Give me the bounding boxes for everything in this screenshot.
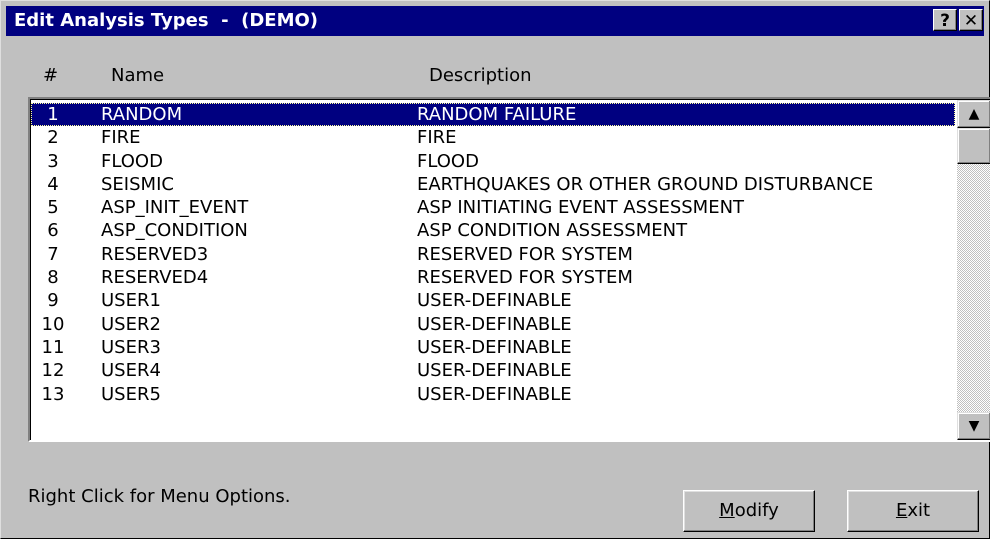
exit-accelerator: E (895, 500, 908, 521)
row-number: 10 (41, 313, 65, 335)
row-description: USER-DEFINABLE (417, 336, 572, 358)
row-number: 12 (41, 360, 65, 382)
table-row[interactable]: 5 ASP_INIT_EVENT ASP INITIATING EVENT ASSE… (31, 196, 955, 219)
analysis-types-list[interactable]: 1 RANDOM RANDOM FAILURE 2 FIRE FIRE 3 FLOOD FLOO… (28, 97, 990, 442)
table-row[interactable]: 2 FIRE FIRE (31, 126, 955, 149)
table-row[interactable]: 9 USER1 USER-DEFINABLE (31, 289, 955, 312)
row-description: USER-DEFINABLE (417, 383, 572, 405)
exit-label: xit (907, 500, 931, 521)
vertical-scrollbar[interactable]: ▲ ▼ (957, 100, 990, 440)
row-number: 9 (47, 290, 59, 312)
row-description: USER-DEFINABLE (417, 290, 572, 312)
row-description: ASP INITIATING EVENT ASSESSMENT (417, 197, 745, 219)
row-name: USER3 (101, 336, 161, 358)
row-description: RANDOM FAILURE (417, 104, 577, 125)
table-row[interactable]: 6 ASP_CONDITION ASP CONDITION ASSESSMENT (31, 219, 955, 242)
column-header-number: # (43, 65, 59, 86)
column-header-name: Name (111, 65, 165, 86)
row-description: FLOOD (417, 150, 479, 172)
scroll-up-button[interactable]: ▲ (957, 100, 990, 128)
table-row[interactable]: 7 RESERVED3 RESERVED FOR SYSTEM (31, 243, 955, 266)
row-description: FIRE (417, 127, 457, 149)
window-title: Edit Analysis Types - (DEMO) (14, 10, 319, 31)
row-name: FLOOD (101, 150, 163, 172)
list-rows: 1 RANDOM RANDOM FAILURE 2 FIRE FIRE 3 FLOOD FLOO… (31, 103, 955, 406)
row-name: RESERVED4 (101, 267, 209, 289)
row-number: 11 (41, 336, 65, 358)
close-button[interactable]: ✕ (959, 9, 983, 31)
modify-accelerator: M (719, 500, 735, 521)
row-number: 2 (47, 127, 59, 149)
exit-button[interactable]: Exit (847, 490, 979, 532)
row-name: ASP_CONDITION (101, 220, 248, 242)
row-name: USER4 (101, 360, 161, 382)
table-row[interactable]: 13 USER5 USER-DEFINABLE (31, 383, 955, 406)
table-row[interactable]: 8 RESERVED4 RESERVED FOR SYSTEM (31, 266, 955, 289)
status-hint: Right Click for Menu Options. (28, 486, 291, 507)
row-description: USER-DEFINABLE (417, 360, 572, 382)
row-name: USER5 (101, 383, 161, 405)
table-row[interactable]: 3 FLOOD FLOOD (31, 150, 955, 173)
row-name: USER1 (101, 290, 161, 312)
help-button[interactable]: ? (933, 9, 957, 31)
row-name: USER2 (101, 313, 161, 335)
row-number: 5 (47, 197, 59, 219)
row-description: RESERVED FOR SYSTEM (417, 267, 633, 289)
column-header-description: Description (429, 65, 532, 86)
row-number: 13 (41, 383, 65, 405)
row-number: 6 (47, 220, 59, 242)
close-icon: ✕ (963, 11, 979, 31)
title-bar[interactable]: Edit Analysis Types - (DEMO) ? ✕ (6, 6, 984, 36)
table-row[interactable]: 12 USER4 USER-DEFINABLE (31, 359, 955, 382)
modify-label: odify (734, 500, 779, 521)
row-name: FIRE (101, 127, 141, 149)
row-number: 3 (47, 150, 59, 172)
row-name: RESERVED3 (101, 243, 209, 265)
row-description: EARTHQUAKES OR OTHER GROUND DISTURBANCE (417, 173, 874, 195)
row-number: 7 (47, 243, 59, 265)
table-row[interactable]: 11 USER3 USER-DEFINABLE (31, 336, 955, 359)
row-number: 1 (47, 104, 59, 125)
row-name: RANDOM (101, 104, 183, 125)
arrow-up-icon: ▲ (968, 106, 980, 122)
row-description: RESERVED FOR SYSTEM (417, 243, 633, 265)
row-description: USER-DEFINABLE (417, 313, 572, 335)
row-number: 4 (47, 173, 59, 195)
row-name: SEISMIC (101, 173, 174, 195)
table-row[interactable]: 1 RANDOM RANDOM FAILURE (31, 103, 955, 127)
arrow-down-icon: ▼ (968, 418, 980, 434)
table-row[interactable]: 4 SEISMIC EARTHQUAKES OR OTHER GROUND DIST… (31, 173, 955, 196)
table-row[interactable]: 10 USER2 USER-DEFINABLE (31, 313, 955, 336)
row-number: 8 (47, 267, 59, 289)
row-description: ASP CONDITION ASSESSMENT (417, 220, 688, 242)
scroll-thumb[interactable] (957, 128, 990, 164)
edit-analysis-types-dialog: Edit Analysis Types - (DEMO) ? ✕ # Name … (0, 0, 990, 539)
modify-button[interactable]: Modify (683, 490, 815, 532)
help-icon: ? (940, 11, 950, 31)
scroll-down-button[interactable]: ▼ (957, 412, 990, 440)
row-name: ASP_INIT_EVENT (101, 197, 249, 219)
